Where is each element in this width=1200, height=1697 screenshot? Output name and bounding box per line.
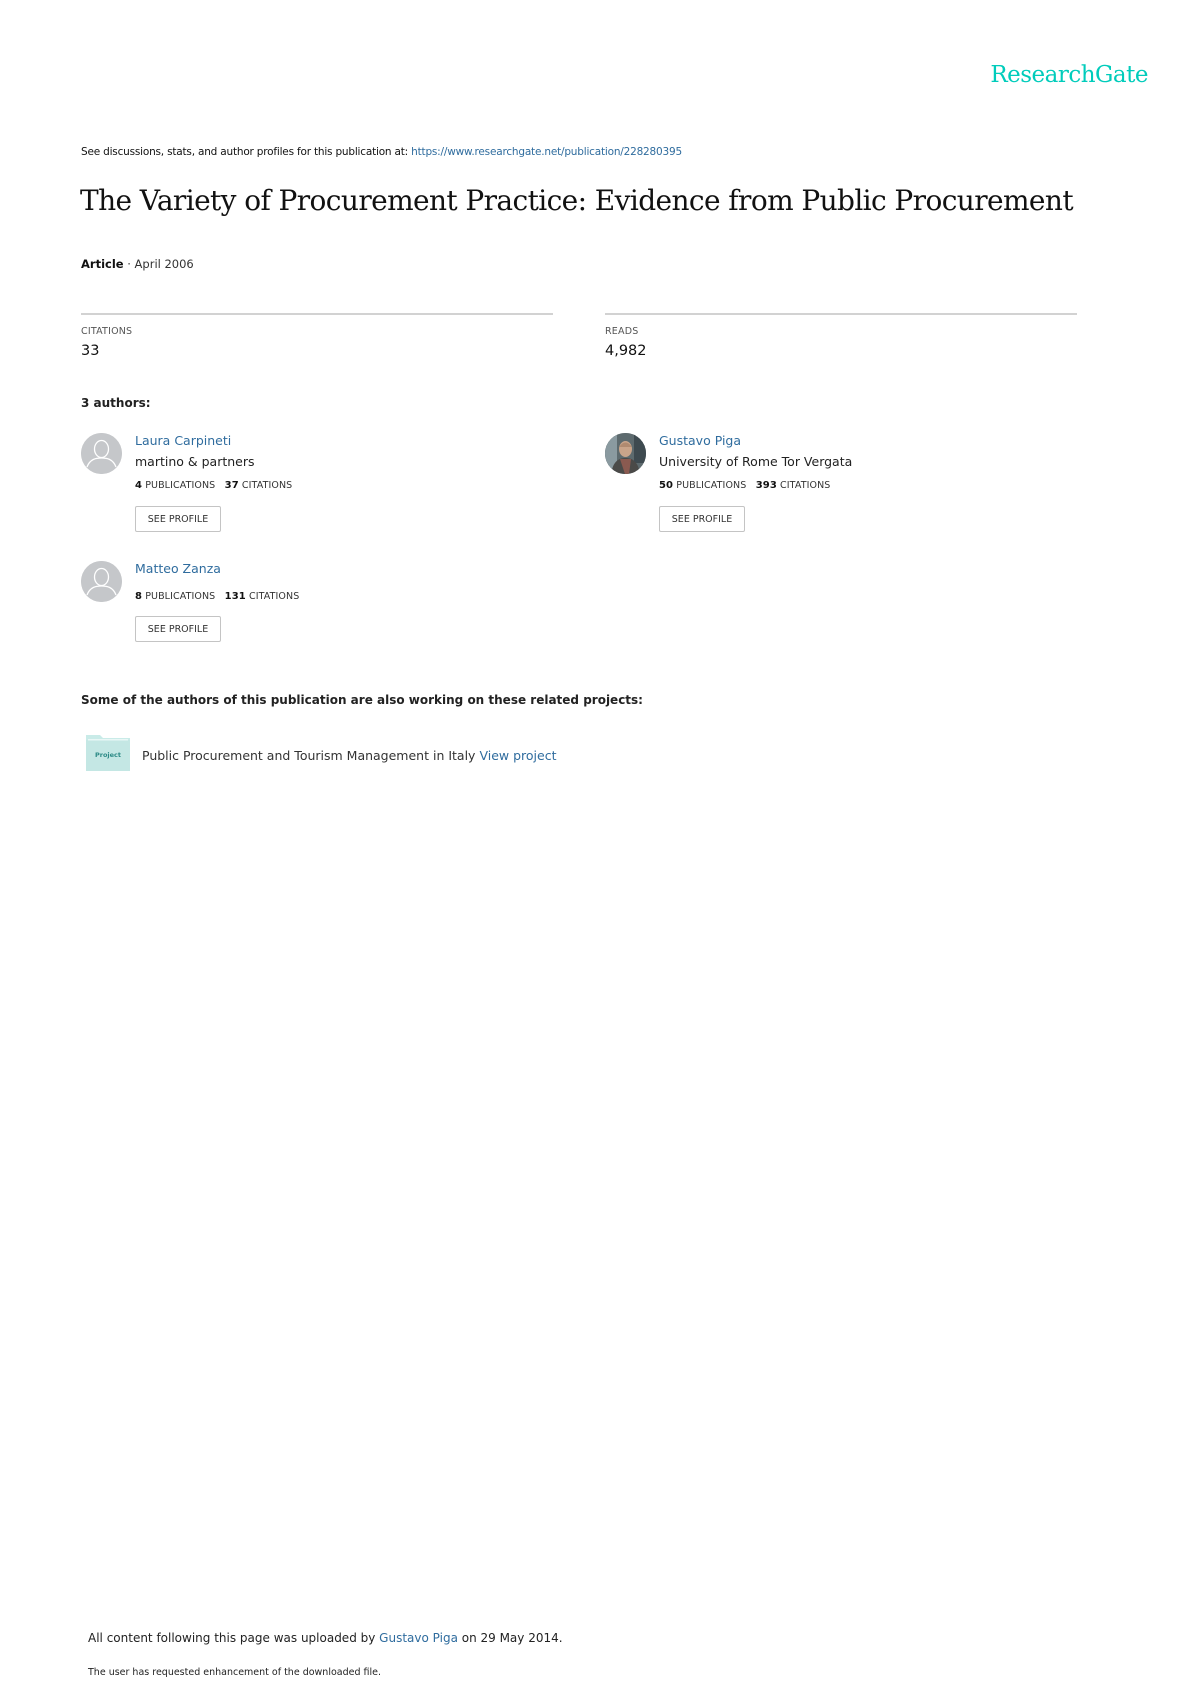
see-profile-button[interactable]: SEE PROFILE	[135, 506, 221, 532]
project-icon-label: Project	[94, 751, 122, 759]
publication-type: Article	[81, 257, 124, 271]
citations-count: 131	[224, 591, 246, 602]
citations-label: CITATIONS	[780, 480, 831, 491]
header-note-text: See discussions, stats, and author profi…	[81, 146, 412, 158]
avatar-placeholder-icon[interactable]	[81, 433, 122, 474]
publication-meta: Article · April 2006	[81, 257, 194, 271]
reads-count: 4,982	[605, 343, 647, 359]
avatar-photo[interactable]	[605, 433, 646, 474]
publication-date: April 2006	[134, 257, 194, 271]
publications-count: 4	[135, 480, 143, 491]
citations-count: 33	[81, 343, 100, 359]
upload-suffix: on 29 May 2014.	[457, 1631, 563, 1645]
project-title: Public Procurement and Tourism Managemen…	[142, 748, 476, 763]
citations-label: CITATIONS	[248, 591, 300, 602]
citations-label: CITATIONS	[81, 326, 133, 337]
see-profile-button[interactable]: SEE PROFILE	[135, 616, 221, 642]
author-institution: University of Rome Tor Vergata	[659, 454, 853, 469]
see-profile-button[interactable]: SEE PROFILE	[659, 506, 745, 532]
header-note: See discussions, stats, and author profi…	[81, 146, 682, 158]
upload-prefix: All content following this page was uplo…	[88, 1631, 380, 1645]
author-stats: 50 PUBLICATIONS 393 CITATIONS	[659, 480, 830, 491]
citations-count: 37	[224, 480, 239, 491]
citations-divider	[81, 313, 553, 315]
researchgate-logo[interactable]: ResearchGate	[990, 62, 1148, 88]
author-institution: martino & partners	[135, 454, 255, 469]
project-item: Public Procurement and Tourism Managemen…	[142, 748, 556, 763]
meta-separator: ·	[123, 257, 135, 271]
related-projects-heading: Some of the authors of this publication …	[81, 693, 643, 707]
publication-title: The Variety of Procurement Practice: Evi…	[80, 184, 1074, 217]
project-folder-icon[interactable]: Project	[86, 735, 130, 771]
authors-heading: 3 authors:	[81, 396, 151, 410]
publications-label: PUBLICATIONS	[676, 480, 747, 491]
reads-divider	[605, 313, 1077, 315]
view-project-link[interactable]: View project	[479, 748, 556, 763]
avatar-placeholder-icon[interactable]	[81, 561, 122, 602]
publications-count: 8	[135, 591, 143, 602]
citations-label: CITATIONS	[241, 480, 293, 491]
publication-url-link[interactable]: https://www.researchgate.net/publication…	[411, 146, 682, 158]
upload-note: All content following this page was uplo…	[88, 1631, 563, 1645]
reads-label: READS	[605, 326, 639, 337]
publications-count: 50	[659, 480, 674, 491]
publications-label: PUBLICATIONS	[145, 480, 216, 491]
author-stats: 8 PUBLICATIONS 131 CITATIONS	[135, 591, 299, 602]
author-stats: 4 PUBLICATIONS 37 CITATIONS	[135, 480, 292, 491]
author-name-link[interactable]: Laura Carpineti	[135, 433, 231, 448]
publications-label: PUBLICATIONS	[145, 591, 216, 602]
enhancement-note: The user has requested enhancement of th…	[88, 1667, 382, 1678]
citations-count: 393	[755, 480, 777, 491]
author-name-link[interactable]: Matteo Zanza	[135, 561, 221, 576]
author-name-link[interactable]: Gustavo Piga	[659, 433, 741, 448]
uploader-link[interactable]: Gustavo Piga	[379, 1631, 458, 1645]
